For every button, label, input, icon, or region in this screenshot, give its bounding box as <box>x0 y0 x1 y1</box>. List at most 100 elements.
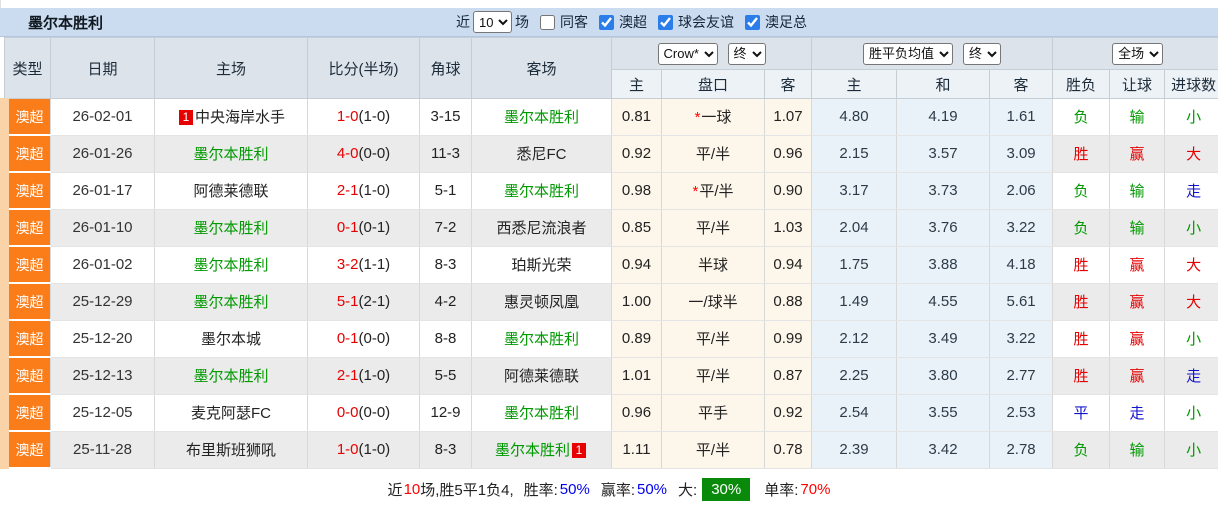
team-name[interactable]: 阿德莱德联 <box>504 368 579 385</box>
corner-cell: 7-2 <box>420 209 472 246</box>
match-row: 澳超26-01-02墨尔本胜利3-2(1-1)8-3珀斯光荣0.94半球0.94… <box>5 246 1218 283</box>
ffa-cup-checkbox[interactable] <box>745 15 760 30</box>
handicap-text: 平/半 <box>696 220 730 237</box>
team-name[interactable]: 墨尔本胜利 <box>504 183 579 200</box>
mean-away-cell: 2.78 <box>990 431 1053 468</box>
match-count-select[interactable]: 10 <box>473 11 512 33</box>
team-name[interactable]: 西悉尼流浪者 <box>496 220 586 237</box>
league-cell: 澳超 <box>5 357 51 394</box>
near-label: 近 <box>456 12 470 32</box>
team-name[interactable]: 墨尔本胜利 <box>504 109 579 126</box>
result-cell: 胜 <box>1053 320 1110 357</box>
date-cell: 26-02-01 <box>51 99 155 136</box>
team-name[interactable]: 珀斯光荣 <box>511 257 571 274</box>
half-score: (1-1) <box>359 256 391 273</box>
handicap-text: 半球 <box>698 257 728 274</box>
odds-company-select[interactable]: Crow* <box>658 43 718 65</box>
sub-header-let-ball: 让球 <box>1110 70 1165 99</box>
mean-odds-select[interactable]: 胜平负均值 <box>863 43 953 65</box>
league-cell: 澳超 <box>5 135 51 172</box>
full-score: 3-2 <box>337 256 359 273</box>
scope-select[interactable]: 全场 <box>1112 43 1163 65</box>
team-name[interactable]: 麦克阿瑟FC <box>191 405 271 422</box>
team-name[interactable]: 墨尔本胜利 <box>193 146 268 163</box>
odds-time-select-1[interactable]: 终 <box>728 43 766 65</box>
away-team-cell: 墨尔本胜利 <box>472 320 612 357</box>
mean-away-cell: 3.22 <box>990 320 1053 357</box>
date-cell: 25-11-28 <box>51 431 155 468</box>
match-row: 澳超25-12-20墨尔本城0-1(0-0)8-8墨尔本胜利0.89平/半0.9… <box>5 320 1218 357</box>
let-result-cell: 赢 <box>1110 283 1165 320</box>
col-header-home: 主场 <box>155 38 308 99</box>
footer-count: 10 <box>404 481 421 498</box>
match-row: 澳超26-01-26墨尔本胜利4-0(0-0)11-3悉尼FC0.92平/半0.… <box>5 135 1218 172</box>
team-name[interactable]: 墨尔本胜利 <box>504 405 579 422</box>
team-name[interactable]: 墨尔本胜利 <box>193 368 268 385</box>
handicap-cell: *一球 <box>662 99 765 136</box>
away-odds-cell: 0.90 <box>765 172 812 209</box>
full-score: 0-0 <box>337 404 359 421</box>
team-name[interactable]: 阿德莱德联 <box>193 183 268 200</box>
big-rate-label: 大: <box>678 479 697 500</box>
handicap-text: 平/半 <box>696 331 730 348</box>
mean-home-cell: 2.54 <box>812 394 897 431</box>
mean-draw-cell: 3.88 <box>897 246 990 283</box>
team-name[interactable]: 墨尔本胜利 <box>193 257 268 274</box>
team-name[interactable]: 墨尔本胜利 <box>193 294 268 311</box>
score-cell: 2-1(1-0) <box>308 357 420 394</box>
team-name[interactable]: 墨尔本胜利 <box>495 442 570 459</box>
club-friendly-checkbox[interactable] <box>658 15 673 30</box>
team-name[interactable]: 悉尼FC <box>517 146 567 163</box>
full-score: 1-0 <box>337 441 359 458</box>
home-odds-cell: 1.00 <box>612 283 662 320</box>
mean-draw-cell: 3.49 <box>897 320 990 357</box>
team-name[interactable]: 墨尔本城 <box>201 331 261 348</box>
home-team-cell: 麦克阿瑟FC <box>155 394 308 431</box>
sub-header-goals: 进球数 <box>1165 70 1218 99</box>
same-away-checkbox[interactable] <box>540 15 555 30</box>
result-cell: 胜 <box>1053 246 1110 283</box>
handicap-cell: 一/球半 <box>662 283 765 320</box>
team-name[interactable]: 布里斯班狮吼 <box>186 442 276 459</box>
corner-cell: 3-15 <box>420 99 472 136</box>
handicap-star: * <box>692 183 698 200</box>
home-team-cell: 布里斯班狮吼 <box>155 431 308 468</box>
away-team-cell: 墨尔本胜利 <box>472 172 612 209</box>
let-result-cell: 赢 <box>1110 357 1165 394</box>
team-name[interactable]: 中央海岸水手 <box>195 109 285 126</box>
league-cell: 澳超 <box>5 209 51 246</box>
league-cell: 澳超 <box>5 283 51 320</box>
score-cell: 2-1(1-0) <box>308 172 420 209</box>
full-score: 2-1 <box>337 367 359 384</box>
away-odds-cell: 0.87 <box>765 357 812 394</box>
goals-cell: 小 <box>1165 99 1218 136</box>
odds-company-group-header: Crow* 终 <box>612 38 812 70</box>
full-score: 2-1 <box>337 182 359 199</box>
let-result-cell: 赢 <box>1110 246 1165 283</box>
score-cell: 3-2(1-1) <box>308 246 420 283</box>
mean-draw-cell: 3.73 <box>897 172 990 209</box>
date-cell: 26-01-02 <box>51 246 155 283</box>
team-name[interactable]: 墨尔本胜利 <box>193 220 268 237</box>
mean-draw-cell: 3.76 <box>897 209 990 246</box>
scope-group-header: 全场 <box>1053 38 1218 70</box>
sub-header-odds-away: 客 <box>765 70 812 99</box>
league-a-checkbox[interactable] <box>599 15 614 30</box>
team-name[interactable]: 惠灵顿凤凰 <box>504 294 579 311</box>
odds-time-select-2[interactable]: 终 <box>963 43 1001 65</box>
team-name[interactable]: 墨尔本胜利 <box>504 331 579 348</box>
sub-header-mean-draw: 和 <box>897 70 990 99</box>
footer-near-label: 近 <box>388 479 403 500</box>
home-team-cell: 墨尔本胜利 <box>155 357 308 394</box>
let-result-cell: 输 <box>1110 431 1165 468</box>
handicap-rate-label: 赢率: <box>601 479 635 500</box>
mean-draw-cell: 3.42 <box>897 431 990 468</box>
league-cell: 澳超 <box>5 99 51 136</box>
score-cell: 1-0(1-0) <box>308 431 420 468</box>
result-cell: 平 <box>1053 394 1110 431</box>
away-odds-cell: 1.07 <box>765 99 812 136</box>
page-title: 墨尔本胜利 <box>28 12 103 33</box>
full-score: 4-0 <box>337 145 359 162</box>
match-history-table: 类型 日期 主场 比分(半场) 角球 客场 Crow* 终 胜平负均值 终 <box>0 37 1218 469</box>
result-cell: 负 <box>1053 431 1110 468</box>
